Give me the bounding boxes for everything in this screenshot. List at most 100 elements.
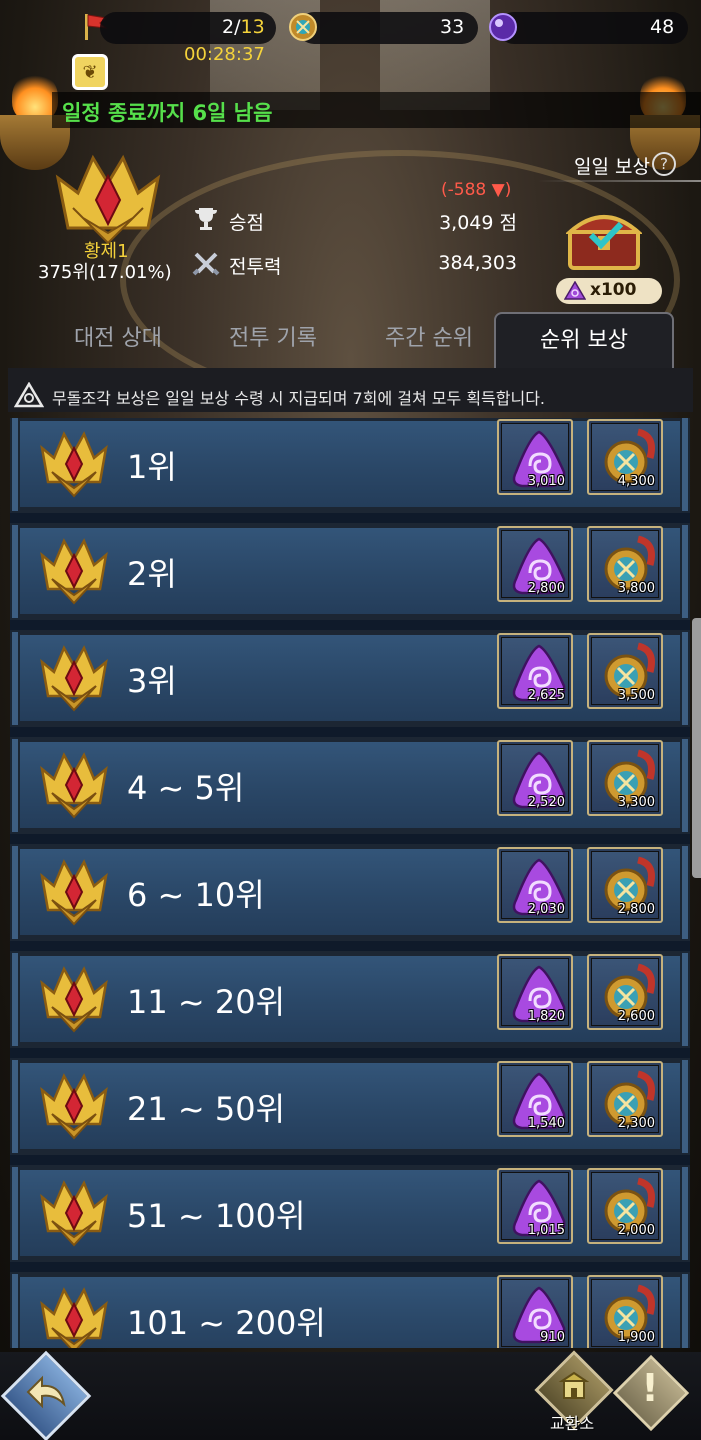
tab-rank-rewards[interactable]: 순위 보상 xyxy=(494,312,674,368)
warning-icon xyxy=(14,382,44,408)
medal-reward-item[interactable]: 2,800 xyxy=(587,847,663,923)
item-slot: 2,625 xyxy=(501,637,569,705)
row-edge xyxy=(10,630,20,727)
stone-reward-item[interactable]: 1,015 xyxy=(497,1168,573,1244)
crown-icon xyxy=(40,1287,108,1348)
item-slot: 1,540 xyxy=(501,1065,569,1133)
check-icon xyxy=(588,221,624,250)
daily-underline xyxy=(538,180,701,182)
rank-range: 2위 xyxy=(127,555,177,593)
medal-reward-item[interactable]: 2,300 xyxy=(587,1061,663,1137)
medal-reward-count: 2,800 xyxy=(617,902,655,917)
medal-reward-item[interactable]: 1,900 xyxy=(587,1275,663,1348)
stone-reward-item[interactable]: 1,540 xyxy=(497,1061,573,1137)
row-edge xyxy=(680,1272,690,1348)
item-slot: 2,000 xyxy=(591,1172,659,1240)
row-edge xyxy=(680,1165,690,1262)
season-remaining: 일정 종료까지 6일 남음 xyxy=(62,101,273,125)
crown-icon xyxy=(40,1180,108,1247)
crown-icon xyxy=(40,966,108,1033)
crown-icon xyxy=(40,538,108,605)
medal-reward-item[interactable]: 4,300 xyxy=(587,419,663,495)
ticket-timer: 00:28:37 xyxy=(184,44,265,65)
medal-reward-count: 2,000 xyxy=(617,1223,655,1238)
item-slot: 3,300 xyxy=(591,744,659,812)
reward-row: 4 ~ 5위 2,520 3,300 xyxy=(10,737,690,834)
medal-reward-item[interactable]: 3,500 xyxy=(587,633,663,709)
row-edge xyxy=(680,1058,690,1155)
crown-icon xyxy=(40,431,108,498)
medal-reward-count: 3,300 xyxy=(617,795,655,810)
stone-reward-count: 910 xyxy=(540,1330,565,1345)
rank-range: 101 ~ 200위 xyxy=(127,1304,326,1342)
rank-range: 4 ~ 5위 xyxy=(127,769,245,807)
tab-weekly-ranking[interactable]: 주간 순위 xyxy=(344,312,514,368)
rank-range: 51 ~ 100위 xyxy=(127,1197,306,1235)
item-slot: 2,600 xyxy=(591,958,659,1026)
row-edge xyxy=(10,418,20,513)
scrollbar[interactable] xyxy=(692,618,701,878)
item-slot: 2,520 xyxy=(501,744,569,812)
row-edge xyxy=(10,1272,20,1348)
shop-icon xyxy=(558,1371,590,1399)
reward-row: 101 ~ 200위 910 1,900 xyxy=(10,1272,690,1348)
rank-range: 21 ~ 50위 xyxy=(127,1090,286,1128)
score-diff: (-588 ▼) xyxy=(441,180,512,200)
medal-reward-count: 3,500 xyxy=(617,688,655,703)
stone-reward-item[interactable]: 2,800 xyxy=(497,526,573,602)
stone-reward-item[interactable]: 1,820 xyxy=(497,954,573,1030)
medal-reward-item[interactable]: 2,000 xyxy=(587,1168,663,1244)
stone-reward-count: 2,030 xyxy=(527,902,565,917)
row-edge xyxy=(10,737,20,834)
stone-reward-item[interactable]: 910 xyxy=(497,1275,573,1348)
score-value: 3,049 점 xyxy=(439,212,517,234)
stone-fragment-icon xyxy=(564,281,586,300)
reward-row: 51 ~ 100위 1,015 2,000 xyxy=(10,1165,690,1262)
back-arrow-icon xyxy=(26,1375,66,1409)
crown-icon xyxy=(40,752,108,819)
row-edge xyxy=(680,844,690,941)
crossed-swords-icon xyxy=(192,252,220,276)
medal-reward-item[interactable]: 3,800 xyxy=(587,526,663,602)
row-edge xyxy=(680,418,690,513)
item-slot: 1,900 xyxy=(591,1279,659,1347)
stone-reward-item[interactable]: 2,520 xyxy=(497,740,573,816)
item-slot: 3,800 xyxy=(591,530,659,598)
row-edge xyxy=(680,630,690,727)
reward-row: 21 ~ 50위 1,540 2,300 xyxy=(10,1058,690,1155)
item-slot: 4,300 xyxy=(591,423,659,491)
exchange-shop-label: 교환소 xyxy=(550,1414,595,1433)
medal-icon xyxy=(289,13,317,41)
rank-range: 3위 xyxy=(127,662,177,700)
reward-list[interactable]: 1위 3,010 4,300 2위 2,800 3,800 3위 2,625 3,500 4 ~ … xyxy=(10,418,690,1348)
medal-count: 33 xyxy=(440,16,465,38)
wheat-badge-icon[interactable]: ❦ xyxy=(72,54,108,90)
item-slot: 2,800 xyxy=(591,851,659,919)
orb-count: 48 xyxy=(650,16,675,38)
row-edge xyxy=(10,1058,20,1155)
medal-reward-item[interactable]: 3,300 xyxy=(587,740,663,816)
stone-reward-count: 2,800 xyxy=(527,581,565,596)
stone-reward-item[interactable]: 2,625 xyxy=(497,633,573,709)
rank-range: 1위 xyxy=(127,448,177,486)
medal-reward-count: 1,900 xyxy=(617,1330,655,1345)
stone-reward-count: 1,820 xyxy=(527,1009,565,1024)
row-edge xyxy=(10,951,20,1048)
help-icon[interactable]: ? xyxy=(652,152,676,176)
crown-icon xyxy=(40,859,108,926)
tab-battle-log[interactable]: 전투 기록 xyxy=(188,312,358,368)
medal-reward-count: 3,800 xyxy=(617,581,655,596)
stone-reward-item[interactable]: 2,030 xyxy=(497,847,573,923)
medal-reward-item[interactable]: 2,600 xyxy=(587,954,663,1030)
tab-opponents[interactable]: 대전 상대 xyxy=(34,312,202,368)
row-edge xyxy=(10,1165,20,1262)
crown-icon xyxy=(40,1073,108,1140)
exclamation-icon: ! xyxy=(641,1366,659,1410)
row-edge xyxy=(10,844,20,941)
medal-reward-count: 2,300 xyxy=(617,1116,655,1131)
item-slot: 2,030 xyxy=(501,851,569,919)
stone-reward-count: 2,625 xyxy=(527,688,565,703)
power-label: 전투력 xyxy=(229,256,282,278)
stone-reward-item[interactable]: 3,010 xyxy=(497,419,573,495)
daily-reward-label: 일일 보상 xyxy=(574,156,650,178)
